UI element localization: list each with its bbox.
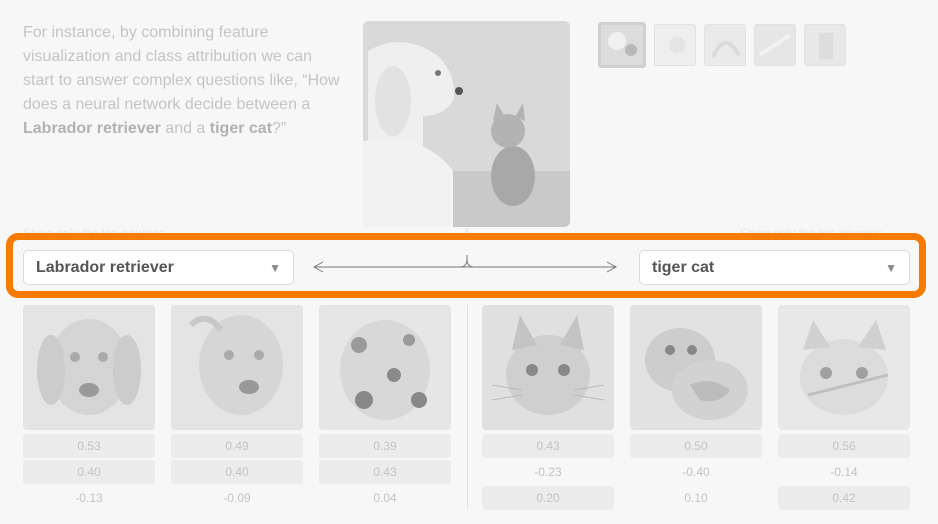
snake-dog-feature-vis-icon[interactable]: [630, 305, 762, 430]
feature-column: 0.43 -0.23 0.20: [482, 305, 614, 510]
left-class-select[interactable]: Labrador retriever ▼: [23, 250, 294, 285]
value-cell: -0.14: [830, 465, 858, 479]
feature-column: 0.39 0.43 0.04: [319, 305, 451, 510]
right-class-select[interactable]: tiger cat ▼: [639, 250, 910, 285]
value-cell: 0.40: [171, 460, 303, 484]
column-divider: [467, 305, 468, 510]
value-cell: 0.40: [23, 460, 155, 484]
value-cell: -0.23: [534, 465, 562, 479]
left-class-select-value: Labrador retriever: [36, 258, 174, 276]
value-cell: 0.10: [684, 491, 708, 505]
example-thumbnails: [598, 22, 846, 68]
cat-feature-vis-icon[interactable]: [778, 305, 910, 430]
intro-part-3: ?”: [272, 120, 287, 137]
thumbnail-2[interactable]: [654, 24, 696, 66]
comparison-arrow-icon: [312, 255, 618, 273]
right-class-select-value: tiger cat: [652, 258, 715, 276]
value-cell: 0.39: [319, 434, 451, 458]
value-cell: -0.13: [75, 491, 103, 505]
dalmatian-feature-vis-icon[interactable]: [319, 305, 451, 430]
intro-class-a: Labrador retriever: [23, 120, 161, 137]
intro-text: For instance, by combining feature visua…: [23, 21, 343, 141]
value-cell: 0.56: [778, 434, 910, 458]
value-cell: -0.40: [682, 465, 710, 479]
value-cell: 0.53: [23, 434, 155, 458]
value-cell: 0.42: [778, 486, 910, 510]
value-cell: -0.09: [223, 491, 251, 505]
thumbnail-3[interactable]: [704, 24, 746, 66]
value-cell: 0.50: [630, 434, 762, 458]
dog-feature-vis-icon[interactable]: [171, 305, 303, 430]
feature-column: 0.56 -0.14 0.42: [778, 305, 910, 510]
value-cell: 0.20: [482, 486, 614, 510]
dog-feature-vis-icon[interactable]: [23, 305, 155, 430]
value-cell: 0.04: [373, 491, 397, 505]
intro-part-2: and a: [160, 120, 210, 137]
value-cell: 0.43: [319, 460, 451, 484]
intro-part-1: For instance, by combining feature visua…: [23, 24, 340, 113]
thumbnail-4[interactable]: [754, 24, 796, 66]
caret-down-icon: ▼: [885, 260, 897, 275]
dog-and-kitten-photo: [363, 21, 570, 227]
feature-column: 0.50 -0.40 0.10: [630, 305, 762, 510]
intro-class-b: tiger cat: [209, 120, 273, 137]
caret-down-icon: ▼: [269, 260, 281, 275]
feature-column: 0.53 0.40 -0.13: [23, 305, 155, 510]
cat-feature-vis-icon[interactable]: [482, 305, 614, 430]
thumbnail-5[interactable]: [804, 24, 846, 66]
thumbnail-dog-cat[interactable]: [598, 22, 646, 68]
value-cell: 0.43: [482, 434, 614, 458]
feature-column: 0.49 0.40 -0.09: [171, 305, 303, 510]
value-cell: 0.49: [171, 434, 303, 458]
